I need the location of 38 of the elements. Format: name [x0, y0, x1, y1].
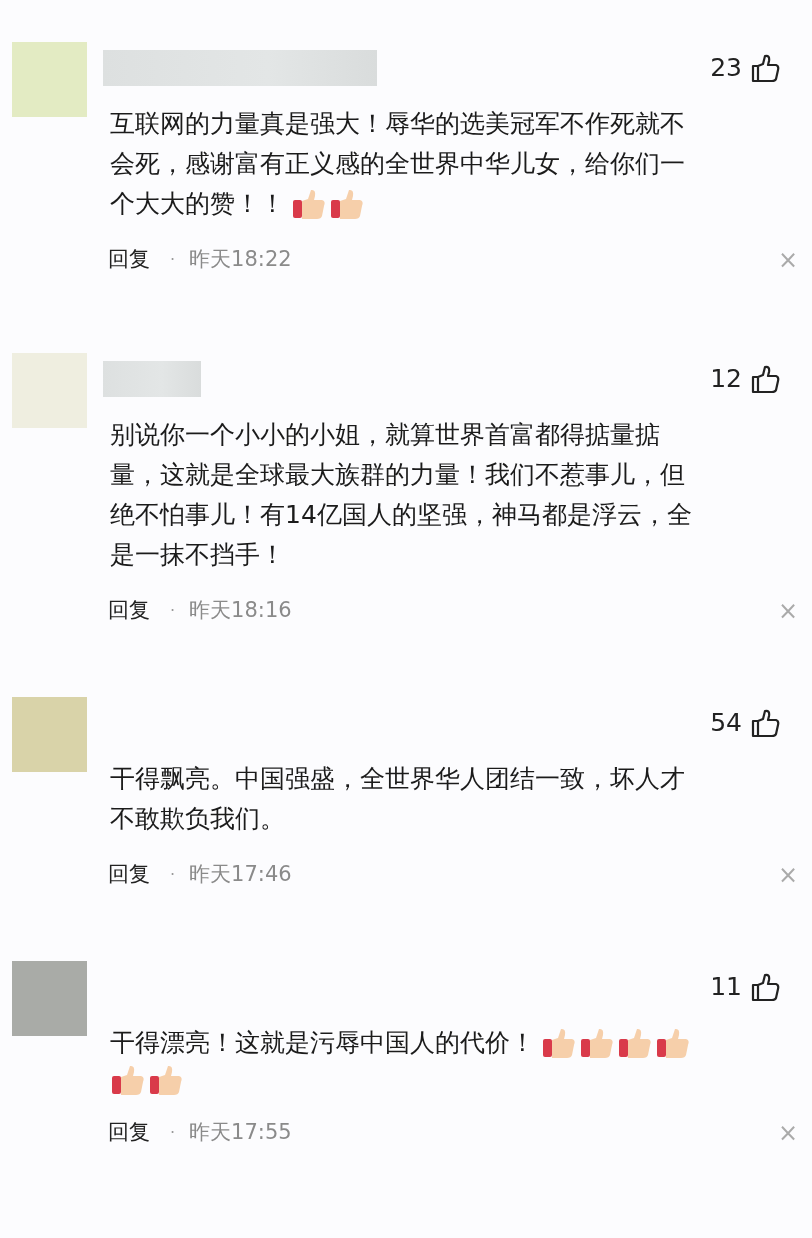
comment-text: 不敢欺负我们。: [110, 803, 285, 835]
like-icon[interactable]: [750, 972, 780, 1002]
thumbs-up-icon: [148, 1063, 184, 1097]
thumbs-up-icon: [541, 1026, 577, 1060]
thumbs-up-icon: [655, 1026, 691, 1060]
reply-link[interactable]: 回复: [108, 859, 150, 891]
thumbs-up-icon: [110, 1063, 146, 1097]
comment-text: 别说你一个小小的小姐，就算世界首富都得掂量掂: [110, 419, 660, 451]
separator-dot: ·: [170, 249, 176, 271]
reply-link[interactable]: 回复: [108, 1117, 150, 1149]
comment-text: 互联网的力量真是强大！辱华的选美冠军不作死就不: [110, 108, 685, 140]
thumbs-up-icon: [329, 187, 365, 221]
separator-dot: ·: [170, 600, 176, 622]
comment-text: 绝不怕事儿！有14亿国人的坚强，神马都是浮云，全: [110, 499, 692, 531]
reply-link[interactable]: 回复: [108, 595, 150, 627]
comment-text: 干得漂亮！这就是污辱中国人的代价！: [110, 1027, 535, 1059]
comment-text: 干得飘亮。中国强盛，全世界华人团结一致，坏人才: [110, 763, 685, 795]
comment-text: 是一抹不挡手！: [110, 539, 285, 571]
comment-text: 量，这就是全球最大族群的力量！我们不惹事儿，但: [110, 459, 685, 491]
like-count: 23: [710, 52, 742, 85]
like-count: 11: [710, 971, 742, 1004]
timestamp: 昨天17:46: [189, 861, 292, 889]
thumbs-up-icon: [291, 187, 327, 221]
like-count: 54: [710, 707, 742, 740]
like-count: 12: [710, 363, 742, 396]
like-icon[interactable]: [750, 708, 780, 738]
like-icon[interactable]: [750, 53, 780, 83]
thumbs-up-icon: [617, 1026, 653, 1060]
timestamp: 昨天18:22: [189, 246, 292, 274]
timestamp: 昨天18:16: [189, 597, 292, 625]
thumbs-up-icon: [579, 1026, 615, 1060]
comment-text: 个大大的赞！！: [110, 188, 285, 220]
separator-dot: ·: [170, 864, 176, 886]
timestamp: 昨天17:55: [189, 1119, 292, 1147]
like-icon[interactable]: [750, 364, 780, 394]
separator-dot: ·: [170, 1122, 176, 1144]
comment-text: 会死，感谢富有正义感的全世界中华儿女，给你们一: [110, 148, 685, 180]
reply-link[interactable]: 回复: [108, 244, 150, 276]
